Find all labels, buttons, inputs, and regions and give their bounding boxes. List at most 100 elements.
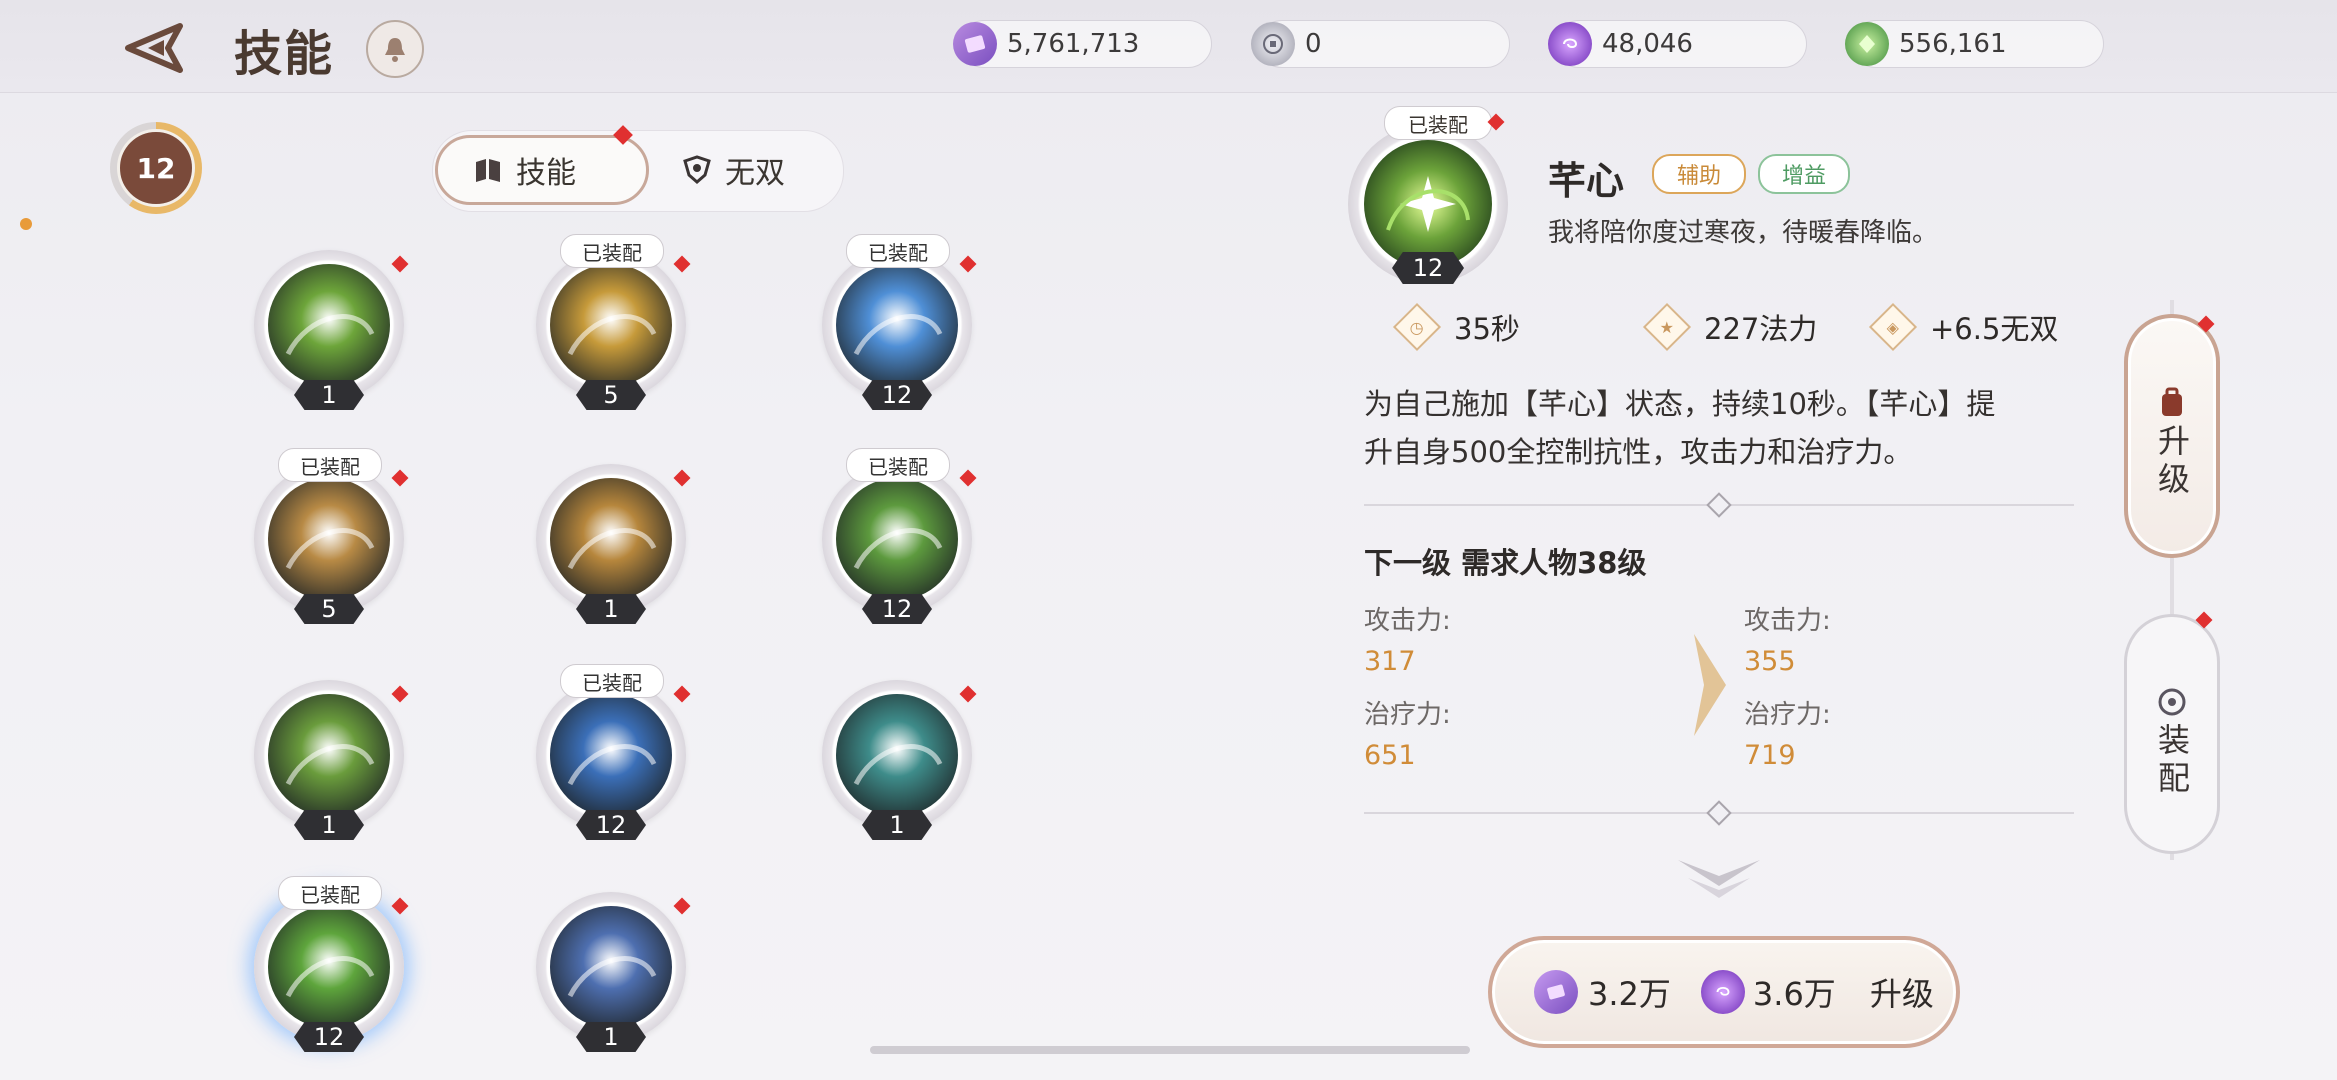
currency-tickets[interactable]: 5,761,713 (953, 20, 1212, 68)
heal-label-next: 治疗力: (1744, 700, 1831, 730)
skill-slot[interactable]: 1 (536, 464, 691, 634)
skill-art (268, 694, 390, 816)
stat-musou-value: +6.5无双 (1930, 312, 2059, 346)
side-tab-equip[interactable]: 装配 (2124, 614, 2220, 854)
skill-art (550, 264, 672, 386)
selected-skill-icon: 12 已装配 (1348, 106, 1508, 284)
currency-gem[interactable]: 556,161 (1845, 20, 2104, 68)
tag-assist: 辅助 (1652, 154, 1746, 194)
attack-label-next: 攻击力: (1744, 606, 1831, 636)
skill-description-line-2: 升自身500全控制抗性，攻击力和治疗力。 (1364, 435, 1913, 469)
heal-value-current: 651 (1364, 740, 1416, 771)
chevron-right-icon (1694, 634, 1726, 736)
attack-value-next: 355 (1744, 646, 1796, 677)
skill-art (836, 264, 958, 386)
skill-level: 5 (294, 594, 364, 624)
notification-dot (673, 255, 691, 273)
skill-slot[interactable]: 1 (536, 892, 691, 1062)
currency-orb-value: 48,046 (1602, 29, 1693, 59)
divider-ornament (1706, 800, 1732, 826)
currency-tickets-value: 5,761,713 (1007, 29, 1140, 59)
skill-slot[interactable]: 12 已装配 (822, 448, 977, 634)
side-tab-equip-label: 装配 (2153, 723, 2191, 799)
upgrade-cost-tickets: 3.2万 (1588, 975, 1671, 1013)
musou-icon: ◈ (1868, 302, 1918, 352)
gear-swirl-icon (2158, 688, 2186, 716)
double-chevron-down-icon[interactable] (1674, 856, 1764, 900)
notification-button[interactable] (366, 20, 424, 78)
upgrade-button[interactable]: 3.2万 3.6万 升级 (1488, 936, 1960, 1048)
skill-tabs: 技能 无双 (432, 130, 844, 212)
notification-dot (959, 469, 977, 487)
stat-mana: ★ 227法力 (1642, 302, 1817, 352)
skill-art (268, 906, 390, 1028)
notification-dot (959, 685, 977, 703)
skill-level: 1 (294, 810, 364, 840)
character-level-value: 12 (117, 129, 195, 207)
stat-musou: ◈ +6.5无双 (1868, 302, 2059, 352)
upgrade-button-label: 升级 (1869, 975, 1934, 1013)
skill-slot[interactable]: 12 已装配 (536, 664, 691, 850)
notification-dot (391, 897, 409, 915)
equipped-badge: 已装配 (560, 664, 664, 698)
backpack-icon (2162, 387, 2182, 416)
skill-art (1364, 140, 1492, 268)
star-icon: ★ (1642, 302, 1692, 352)
back-button[interactable] (118, 18, 190, 78)
skill-slot[interactable]: 5 已装配 (254, 448, 409, 634)
skill-art (836, 694, 958, 816)
scroll-book-icon (472, 154, 504, 186)
currency-orb[interactable]: 48,046 (1548, 20, 1807, 68)
equipped-badge: 已装配 (846, 448, 950, 482)
skill-slot[interactable]: 1 (822, 680, 977, 850)
notification-dot (391, 685, 409, 703)
attack-label-current: 攻击力: (1364, 606, 1451, 636)
skill-slot[interactable]: 1 (254, 680, 409, 850)
tab-musou[interactable]: 无双 (673, 135, 833, 205)
equipped-badge: 已装配 (560, 234, 664, 268)
skill-level: 1 (576, 1022, 646, 1052)
notification-dot (673, 685, 691, 703)
skill-slot[interactable]: 5 已装配 (536, 234, 691, 420)
skill-description: 为自己施加【芊心】状态，持续10秒。【芊心】提 升自身500全控制抗性，攻击力和… (1364, 380, 2074, 476)
skill-slot[interactable]: 1 (254, 250, 409, 420)
notification-dot (673, 897, 691, 915)
silver-coin-icon (1251, 22, 1295, 66)
skill-quote: 我将陪你度过寒夜，待暖春降临。 (1548, 218, 1939, 248)
skill-level: 12 (294, 1022, 364, 1052)
skill-art (836, 478, 958, 600)
skill-level: 5 (576, 380, 646, 410)
tab-musou-label: 无双 (725, 156, 785, 191)
skill-slot[interactable]: 12 已装配 (254, 876, 409, 1062)
home-indicator (870, 1046, 1470, 1054)
skill-name: 芊心 (1548, 159, 1625, 203)
side-tab-upgrade[interactable]: 升级 (2124, 314, 2220, 558)
divider-ornament (1706, 492, 1732, 518)
scroll-indicator-dot (20, 218, 32, 230)
heal-label-current: 治疗力: (1364, 700, 1451, 730)
purple-ticket-icon (1534, 970, 1578, 1014)
skill-level: 1 (862, 810, 932, 840)
heal-value-next: 719 (1744, 740, 1796, 771)
skill-art (268, 264, 390, 386)
tab-skills-label: 技能 (516, 156, 576, 191)
notification-dot (959, 255, 977, 273)
currency-silver[interactable]: 0 (1251, 20, 1510, 68)
clock-icon: ◷ (1392, 302, 1442, 352)
skill-slot[interactable]: 12 已装配 (822, 234, 977, 420)
attack-value-current: 317 (1364, 646, 1416, 677)
character-level-badge[interactable]: 12 (110, 122, 202, 214)
equipped-badge: 已装配 (278, 448, 382, 482)
skill-art (550, 478, 672, 600)
skill-level: 12 (862, 380, 932, 410)
page-title: 技能 (234, 26, 335, 82)
back-arrow-icon (125, 23, 183, 73)
currency-silver-value: 0 (1305, 29, 1322, 59)
selected-skill-level: 12 (1392, 252, 1464, 284)
stat-cooldown-value: 35秒 (1454, 312, 1520, 346)
skill-level: 12 (862, 594, 932, 624)
side-tab-upgrade-label: 升级 (2153, 424, 2191, 500)
purple-orb-icon (1700, 970, 1745, 1014)
tab-skills[interactable]: 技能 (435, 135, 649, 205)
bell-icon (385, 38, 405, 62)
